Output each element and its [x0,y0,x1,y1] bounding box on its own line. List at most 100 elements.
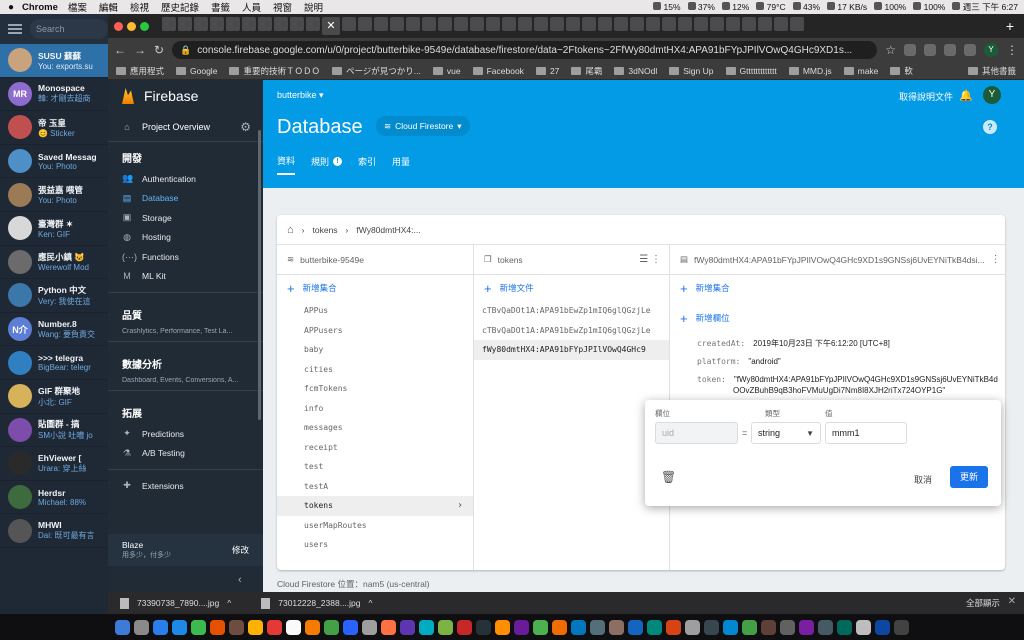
status-item[interactable]: 37% [687,2,715,12]
chat-list-item[interactable]: SUSU 蘇蘇 You: exports.su [0,44,108,78]
dock-app-icon[interactable] [742,619,757,635]
cancel-button[interactable]: 取消 [914,473,932,486]
chat-list-item[interactable]: MR Monospace 韓: 才剛去超商 [0,78,108,112]
menu-item[interactable]: 說明 [304,3,323,14]
add-field-button[interactable]: + 新增欄位 [670,305,1005,331]
bookmark-star-icon[interactable]: ☆ [885,43,896,57]
nav-section-title[interactable]: 拓展 [108,397,263,424]
browser-tab[interactable] [710,17,724,31]
dock-app-icon[interactable] [172,619,187,635]
browser-tab[interactable] [274,17,288,31]
sidebar-item-a-b-testing[interactable]: ⚗ A/B Testing [108,444,263,464]
project-selector[interactable]: butterbike ▾ [277,90,324,101]
chat-list-item[interactable]: 應民小鎮 😺 Werewolf Mod [0,246,108,280]
add-subcollection-button[interactable]: + 新增集合 [670,275,1005,301]
back-icon[interactable]: ← [114,43,126,57]
browser-tab[interactable] [210,17,224,31]
dock-app-icon[interactable] [875,619,890,635]
chat-list-item[interactable]: 帝 玉皇 😊 Sticker [0,111,108,145]
telegram-search-input[interactable]: Search [30,19,108,39]
browser-tab[interactable] [486,17,500,31]
dock-app-icon[interactable] [400,619,415,635]
breadcrumb-document[interactable]: fWy80dmtHX4:... [356,225,420,235]
hamburger-menu-icon[interactable] [8,24,22,34]
bookmark-item[interactable]: ページが見つかり... [331,65,421,77]
menu-item[interactable]: 書籤 [211,3,230,14]
browser-tab[interactable] [518,17,532,31]
status-item[interactable]: 100% [913,2,945,12]
chat-list-item[interactable]: GIF 群聚地 小北: GIF [0,380,108,414]
collection-item[interactable]: testA [277,477,473,497]
bookmark-item[interactable]: 應用程式 [116,65,164,77]
bookmark-item[interactable]: 重要的技術ＴＯＤＯ [229,65,320,77]
download-item[interactable]: 73012228_2388....jpg ^ [261,597,373,609]
extension-icon[interactable] [904,44,916,56]
other-bookmarks[interactable]: 其他書籤 [967,65,1016,77]
update-button[interactable]: 更新 [950,466,988,488]
chevron-up-icon[interactable]: ^ [227,598,231,608]
address-bar[interactable]: 🔒 console.firebase.google.com/u/0/projec… [172,41,878,59]
menu-item[interactable]: 檢視 [130,3,149,14]
browser-tab[interactable] [258,17,272,31]
sidebar-item-authentication[interactable]: 👥 Authentication [108,169,263,189]
nav-section-title[interactable]: 數據分析 [108,348,263,375]
field-value-input[interactable]: mmm1 [825,422,907,444]
browser-tab[interactable] [242,17,256,31]
dock-app-icon[interactable] [780,619,795,635]
dock-app-icon[interactable] [495,619,510,635]
status-item[interactable]: 43% [792,2,820,12]
browser-tab[interactable] [598,17,612,31]
browser-tab[interactable] [662,17,676,31]
menu-item[interactable]: 人員 [242,3,261,14]
more-vert-icon[interactable]: ⋮ [991,254,1001,265]
chat-list-item[interactable]: EhViewer [Urara: 穿上絲 [0,447,108,481]
dock-app-icon[interactable] [856,619,871,635]
browser-tab[interactable] [390,17,404,31]
dock-app-icon[interactable] [305,619,320,635]
reload-icon[interactable]: ↻ [154,43,164,57]
app-menu[interactable]: Chrome [22,2,58,13]
collection-item[interactable]: receipt [277,438,473,458]
sidebar-item-storage[interactable]: ▣ Storage [108,208,263,228]
chat-list-item[interactable]: 貼圖群 - 搞 SM小說 吐嘈 jo [0,414,108,448]
field-createdAt[interactable]: createdAt: 2019年10月23日 下午6:12:20 [UTC+8] [670,338,1005,349]
dock-app-icon[interactable] [590,619,605,635]
dock-app-icon[interactable] [210,619,225,635]
status-item[interactable]: 15% [653,2,681,12]
project-overview-link[interactable]: ⌂ Project Overview ⚙ [108,112,263,142]
sidebar-item-hosting[interactable]: ◍ Hosting [108,228,263,248]
browser-tab[interactable] [374,17,388,31]
browser-tab[interactable] [454,17,468,31]
dock-app-icon[interactable] [571,619,586,635]
database-selector[interactable]: ≋ Cloud Firestore ▾ [376,116,470,136]
apple-menu-icon[interactable]: ● [0,2,22,13]
bookmark-item[interactable]: 27 [535,65,559,77]
document-item[interactable]: fWy80dmtHX4:APA91bFYpJPIlVOwQ4GHc9 [474,340,669,360]
dock-app-icon[interactable] [704,619,719,635]
chat-list-item[interactable]: 臺灣群 ✶ Ken: GIF [0,212,108,246]
dock-app-icon[interactable] [229,619,244,635]
browser-tab[interactable] [162,17,176,31]
collection-item[interactable]: APPus [277,301,473,321]
dock-app-icon[interactable] [552,619,567,635]
collection-item[interactable]: users [277,535,473,555]
docs-link[interactable]: 取得說明文件 [899,90,953,103]
collection-item[interactable]: userMapRoutes [277,516,473,536]
tab-1[interactable]: 規則! [311,154,352,175]
download-item[interactable]: 73390738_7890....jpg ^ [120,597,231,609]
document-item[interactable]: cTBvQaDOt1A:APA91bEwZp1mIQ6glQGzjLe [474,301,669,321]
gear-icon[interactable]: ⚙ [240,120,251,134]
chat-list-item[interactable]: Herdsr Michael: 88% [0,481,108,515]
collection-item[interactable]: fcmTokens [277,379,473,399]
browser-tab[interactable] [774,17,788,31]
chat-list-item[interactable]: Saved Messag You: Photo [0,145,108,179]
browser-tab[interactable] [342,17,356,31]
dock-app-icon[interactable] [438,619,453,635]
more-vert-icon[interactable]: ⋮ [651,254,661,265]
browser-tab[interactable] [614,17,628,31]
dock-app-icon[interactable] [609,619,624,635]
dock-app-icon[interactable] [476,619,491,635]
collection-item[interactable]: test [277,457,473,477]
dock-app-icon[interactable] [533,619,548,635]
profile-avatar[interactable]: Y [984,43,998,57]
